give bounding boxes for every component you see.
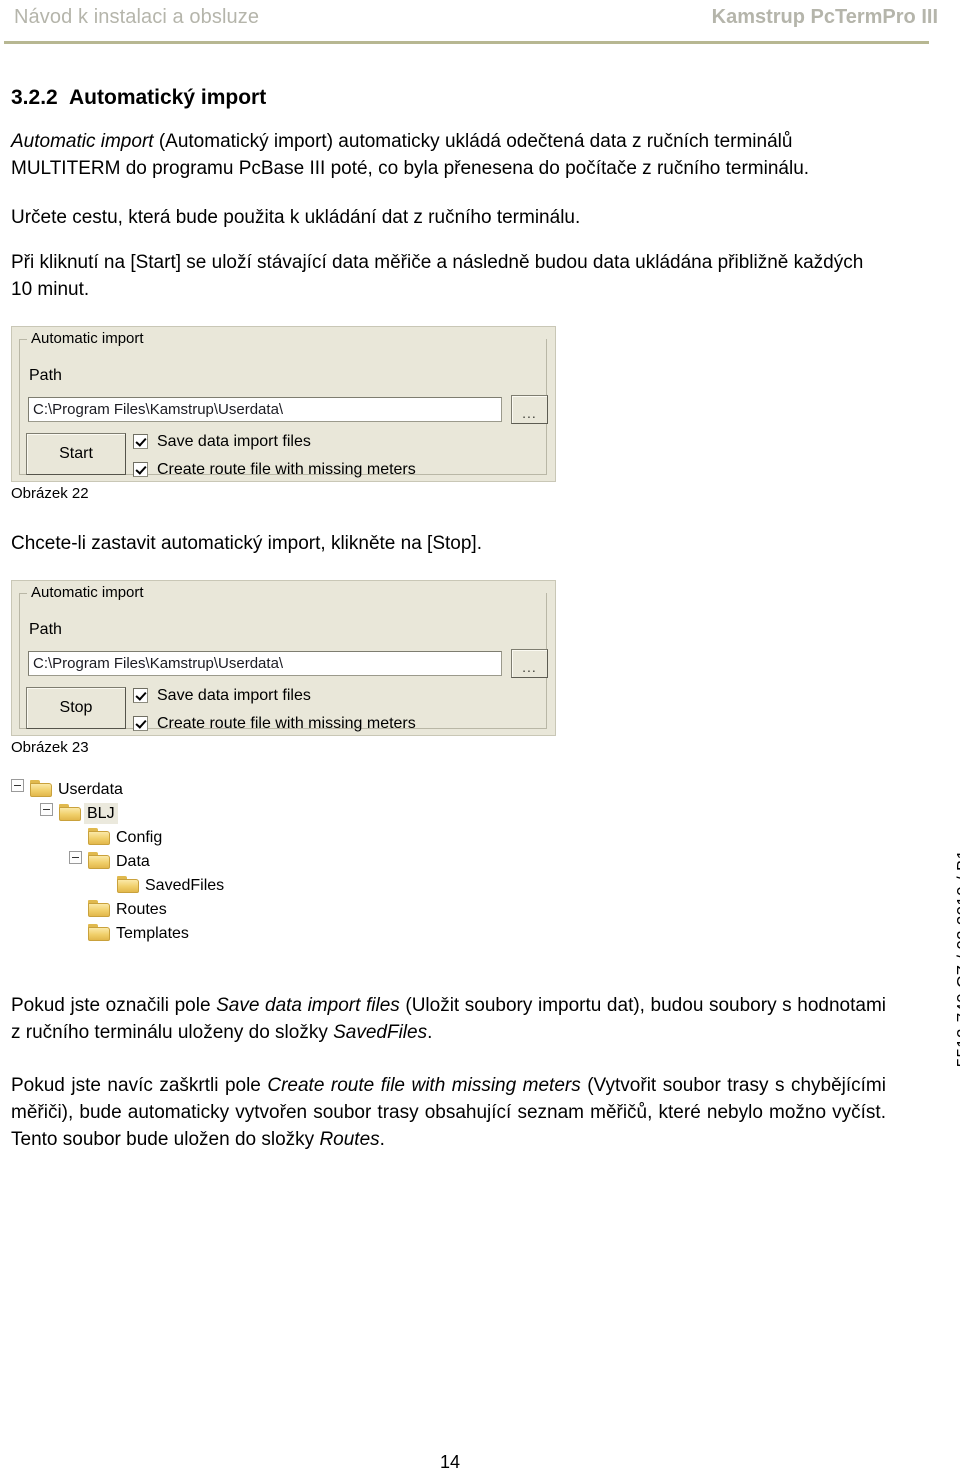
routes-italic-2: Routes xyxy=(319,1128,380,1150)
group-box-title: Automatic import xyxy=(27,583,148,601)
tree-item-templates[interactable]: Templates xyxy=(11,923,886,947)
saved-text-3: . xyxy=(427,1021,433,1043)
path-input[interactable]: C:\Program Files\Kamstrup\Userdata\ xyxy=(28,650,502,676)
folder-icon xyxy=(59,803,81,821)
collapse-toggle-icon[interactable] xyxy=(11,778,24,792)
checkmark-icon[interactable] xyxy=(133,461,148,477)
paragraph-saved-files: Pokud jste označili pole Save data impor… xyxy=(11,993,886,1047)
folder-icon xyxy=(88,827,110,845)
stop-button[interactable]: Stop xyxy=(26,686,126,729)
page-header: Návod k instalaci a obsluze Kamstrup PcT… xyxy=(0,0,960,52)
tree-item-label: BLJ xyxy=(84,802,118,824)
create-route-file-label: Create route file with missing meters xyxy=(157,460,416,478)
document-reference-code: 5512-749 CZ / 02.2010 / B1 xyxy=(954,849,960,1068)
routes-italic-1: Create route file with missing meters xyxy=(267,1074,581,1096)
paragraph-start-instruction: Při kliknutí na [Start] se uloží stávají… xyxy=(11,252,864,300)
checkmark-icon[interactable] xyxy=(133,433,148,449)
paragraph-route-file: Pokud jste navíc zaškrtli pole Create ro… xyxy=(11,1073,886,1154)
tree-item-label: Userdata xyxy=(58,780,123,798)
tree-item-label: Data xyxy=(116,852,150,870)
page-title: 3.2.2 Automatický import xyxy=(11,86,886,109)
automatic-import-dialog-stop: Automatic import Path C:\Program Files\K… xyxy=(11,579,556,736)
path-label: Path xyxy=(29,620,62,638)
create-route-file-checkbox-row[interactable]: Create route file with missing meters xyxy=(133,461,416,479)
checkmark-icon[interactable] xyxy=(133,715,148,731)
tree-item-savedfiles[interactable]: SavedFiles xyxy=(11,875,886,899)
header-right-title: Kamstrup PcTermPro III xyxy=(711,6,938,28)
folder-icon xyxy=(88,899,110,917)
path-input[interactable]: C:\Program Files\Kamstrup\Userdata\ xyxy=(28,396,502,422)
tree-item-blj[interactable]: BLJ xyxy=(11,802,886,827)
automatic-import-dialog-start: Automatic import Path C:\Program Files\K… xyxy=(11,325,556,482)
save-data-import-files-label: Save data import files xyxy=(157,686,311,704)
group-box-title: Automatic import xyxy=(27,329,148,347)
collapse-toggle-icon[interactable] xyxy=(69,850,82,864)
folder-icon xyxy=(117,875,139,893)
section-title: Automatický import xyxy=(69,86,267,109)
tree-item-routes[interactable]: Routes xyxy=(11,899,886,923)
paragraph-intro: Automatic import (Automatický import) au… xyxy=(11,129,886,183)
path-label: Path xyxy=(29,366,62,384)
section-number: 3.2.2 xyxy=(11,86,58,109)
header-left-title: Návod k instalaci a obsluze xyxy=(14,6,260,28)
browse-button[interactable]: ... xyxy=(511,394,548,424)
collapse-toggle-icon[interactable] xyxy=(40,802,53,816)
tree-item-config[interactable]: Config xyxy=(11,827,886,851)
paragraph-path-instruction: Určete cestu, která bude použita k uklád… xyxy=(11,207,581,229)
browse-button[interactable]: ... xyxy=(511,648,548,678)
tree-item-label: Routes xyxy=(116,900,167,918)
paragraph-stop-instruction: Chcete-li zastavit automatický import, k… xyxy=(11,532,482,554)
routes-text-1: Pokud jste navíc zaškrtli pole xyxy=(11,1074,268,1096)
save-data-import-files-checkbox-row[interactable]: Save data import files xyxy=(133,687,311,705)
saved-italic-2: SavedFiles xyxy=(333,1021,428,1043)
saved-text-1: Pokud jste označili pole xyxy=(11,994,217,1016)
header-rule xyxy=(4,41,929,44)
saved-italic-1: Save data import files xyxy=(216,994,400,1016)
folder-icon xyxy=(88,851,110,869)
page-number: 14 xyxy=(439,1452,461,1472)
start-button[interactable]: Start xyxy=(26,432,126,475)
tree-item-userdata[interactable]: Userdata xyxy=(11,778,886,803)
tree-item-label: Config xyxy=(116,828,163,846)
tree-item-label: Templates xyxy=(116,924,189,942)
figure-22-caption: Obrázek 22 xyxy=(11,484,89,502)
folder-icon xyxy=(88,923,110,941)
create-route-file-label: Create route file with missing meters xyxy=(157,714,416,732)
folder-icon xyxy=(30,779,52,797)
figure-23-caption: Obrázek 23 xyxy=(11,738,89,756)
intro-italic-term: Automatic import xyxy=(11,131,154,153)
checkmark-icon[interactable] xyxy=(133,687,148,703)
document-content: 3.2.2 Automatický import Automatic import… xyxy=(11,86,886,1176)
routes-text-3: . xyxy=(379,1128,385,1150)
save-data-import-files-label: Save data import files xyxy=(157,432,311,450)
folder-tree: Userdata BLJ Config Data SavedFiles Routes Tem… xyxy=(11,778,886,947)
save-data-import-files-checkbox-row[interactable]: Save data import files xyxy=(133,433,311,451)
create-route-file-checkbox-row[interactable]: Create route file with missing meters xyxy=(133,715,416,733)
tree-item-label: SavedFiles xyxy=(145,876,225,894)
tree-item-data[interactable]: Data xyxy=(11,850,886,875)
